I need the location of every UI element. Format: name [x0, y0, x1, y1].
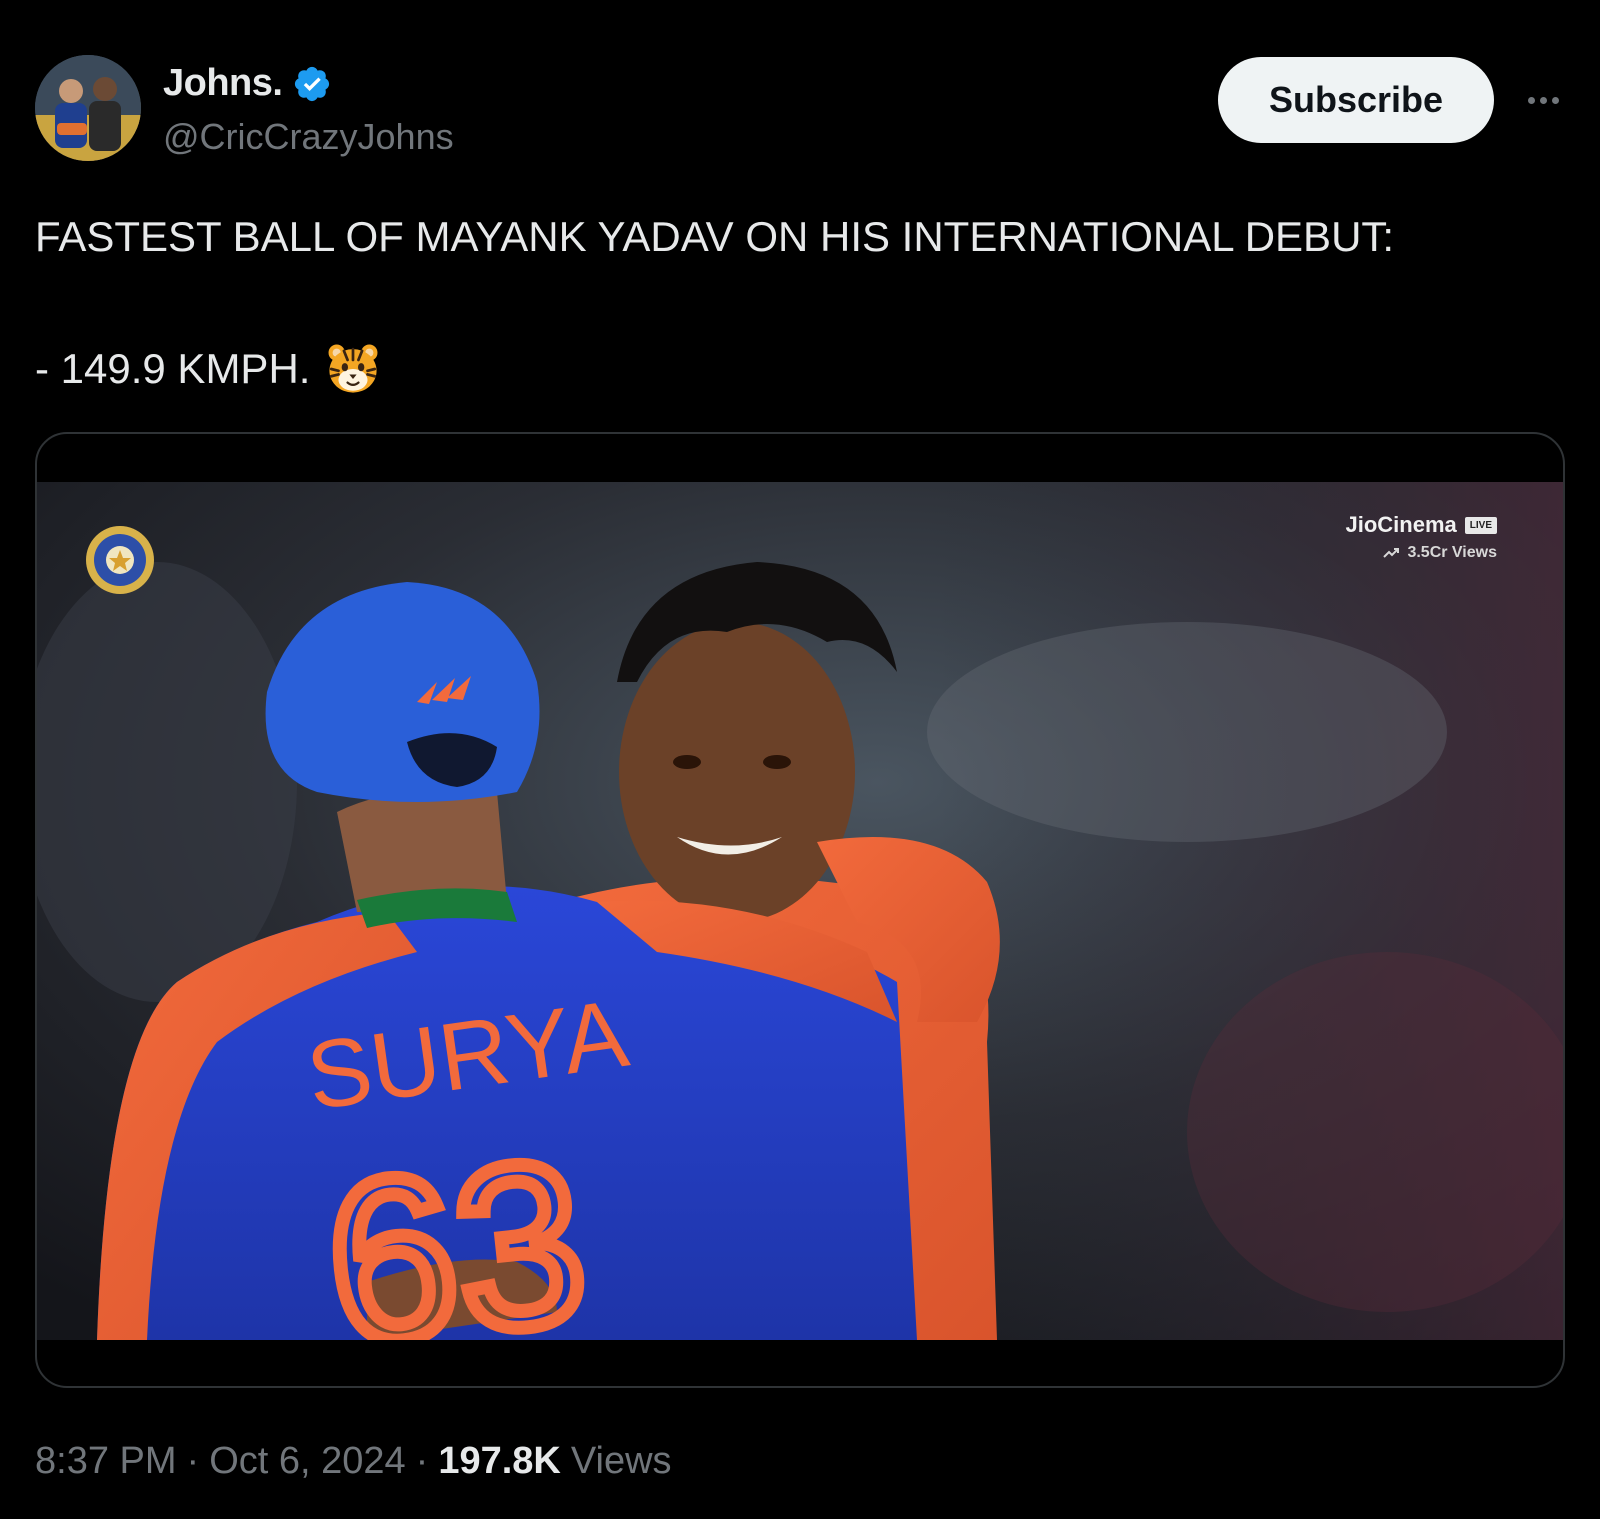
tweet-time[interactable]: 8:37 PM	[35, 1440, 177, 1483]
dot	[1527, 96, 1535, 104]
avatar[interactable]	[35, 55, 141, 161]
live-badge: LIVE	[1464, 516, 1497, 534]
bcci-logo-icon	[86, 526, 154, 594]
trending-up-icon	[1383, 548, 1400, 558]
verified-badge-icon	[295, 66, 330, 101]
jiocinema-overlay: JioCinema LIVE 3.5Cr Views	[1345, 512, 1497, 562]
video-frame[interactable]: SURYA 63 JioCinema LIVE 3.5Cr Views	[37, 482, 1563, 1340]
author-display-name[interactable]: Johns.	[163, 62, 283, 105]
tweet-date[interactable]: Oct 6, 2024	[209, 1440, 405, 1483]
more-options-icon[interactable]	[1518, 80, 1568, 120]
separator: ·	[415, 1440, 429, 1482]
author-handle[interactable]: @CricCrazyJohns	[163, 116, 454, 158]
tweet-text-line-1: FASTEST BALL OF MAYANK YADAV ON HIS INTE…	[35, 213, 1395, 260]
subscribe-button[interactable]: Subscribe	[1218, 57, 1494, 143]
tweet-text-line-2: - 149.9 KMPH.	[35, 340, 1565, 398]
tweet-header: Johns. @CricCrazyJohns Subscribe	[0, 0, 1600, 180]
separator: ·	[186, 1440, 200, 1482]
tweet-text-speed: - 149.9 KMPH.	[35, 344, 311, 392]
author-name-row[interactable]: Johns.	[163, 62, 332, 105]
dot	[1551, 96, 1559, 104]
media-card[interactable]: SURYA 63 JioCinema LIVE 3.5Cr Views	[35, 432, 1565, 1388]
jiocinema-logo: JioCinema	[1345, 512, 1457, 537]
views-label: Views	[570, 1440, 672, 1482]
views-count: 197.8K	[438, 1440, 561, 1482]
video-still-image: SURYA 63	[37, 482, 1563, 1340]
overlay-views: 3.5Cr Views	[1407, 544, 1497, 561]
tweet-meta: 8:37 PM · Oct 6, 2024 · 197.8K Views	[35, 1440, 672, 1483]
tiger-face-emoji-icon	[328, 344, 378, 393]
jersey-number-text: 63	[315, 1111, 596, 1340]
dot	[1539, 96, 1547, 104]
